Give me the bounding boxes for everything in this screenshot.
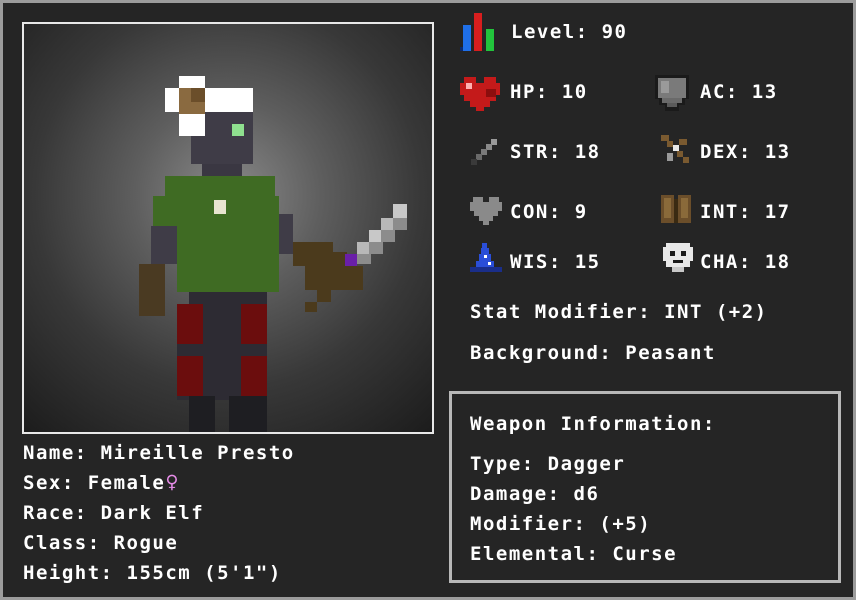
level-bars-icon [460,13,494,51]
level-text: Level: 90 [511,21,628,43]
int-text: INT: 17 [700,201,791,223]
character-sheet: Name: Mireille Presto Sex: Female♀ Race:… [0,0,856,600]
sex-text: Sex: Female [23,472,166,494]
character-name: Name: Mireille Presto [23,442,295,464]
background-text: Background: Peasant [470,342,716,364]
cha-text: CHA: 18 [700,251,791,273]
weapon-info-panel: Weapon Information: Type: Dagger Damage:… [449,391,841,583]
weapon-elemental: Elemental: Curse [470,543,678,565]
heart-icon [460,77,500,111]
character-sex: Sex: Female♀ [23,470,181,495]
con-text: CON: 9 [510,201,588,223]
hp-text: HP: 10 [510,81,588,103]
gray-heart-icon [470,197,502,225]
dex-text: DEX: 13 [700,141,791,163]
book-icon [661,195,691,223]
weapon-type: Type: Dagger [470,453,626,475]
bow-icon [661,135,689,163]
character-race: Race: Dark Elf [23,502,205,524]
str-text: STR: 18 [510,141,601,163]
pixel-character-sprite [139,76,407,432]
character-height: Height: 155cm (5'1") [23,562,282,584]
weapon-damage: Damage: d6 [470,483,600,505]
female-symbol-icon: ♀ [165,470,181,495]
stat-modifier: Stat Modifier: INT (+2) [470,301,768,323]
wis-text: WIS: 15 [510,251,601,273]
wizard-hat-icon [470,243,502,272]
mask-icon [663,243,693,272]
character-portrait [22,22,434,434]
weapon-modifier: Modifier: (+5) [470,513,652,535]
shield-icon [655,75,689,111]
sword-icon [471,139,497,165]
ac-text: AC: 13 [700,81,778,103]
character-class: Class: Rogue [23,532,179,554]
weapon-info-title: Weapon Information: [470,413,716,435]
